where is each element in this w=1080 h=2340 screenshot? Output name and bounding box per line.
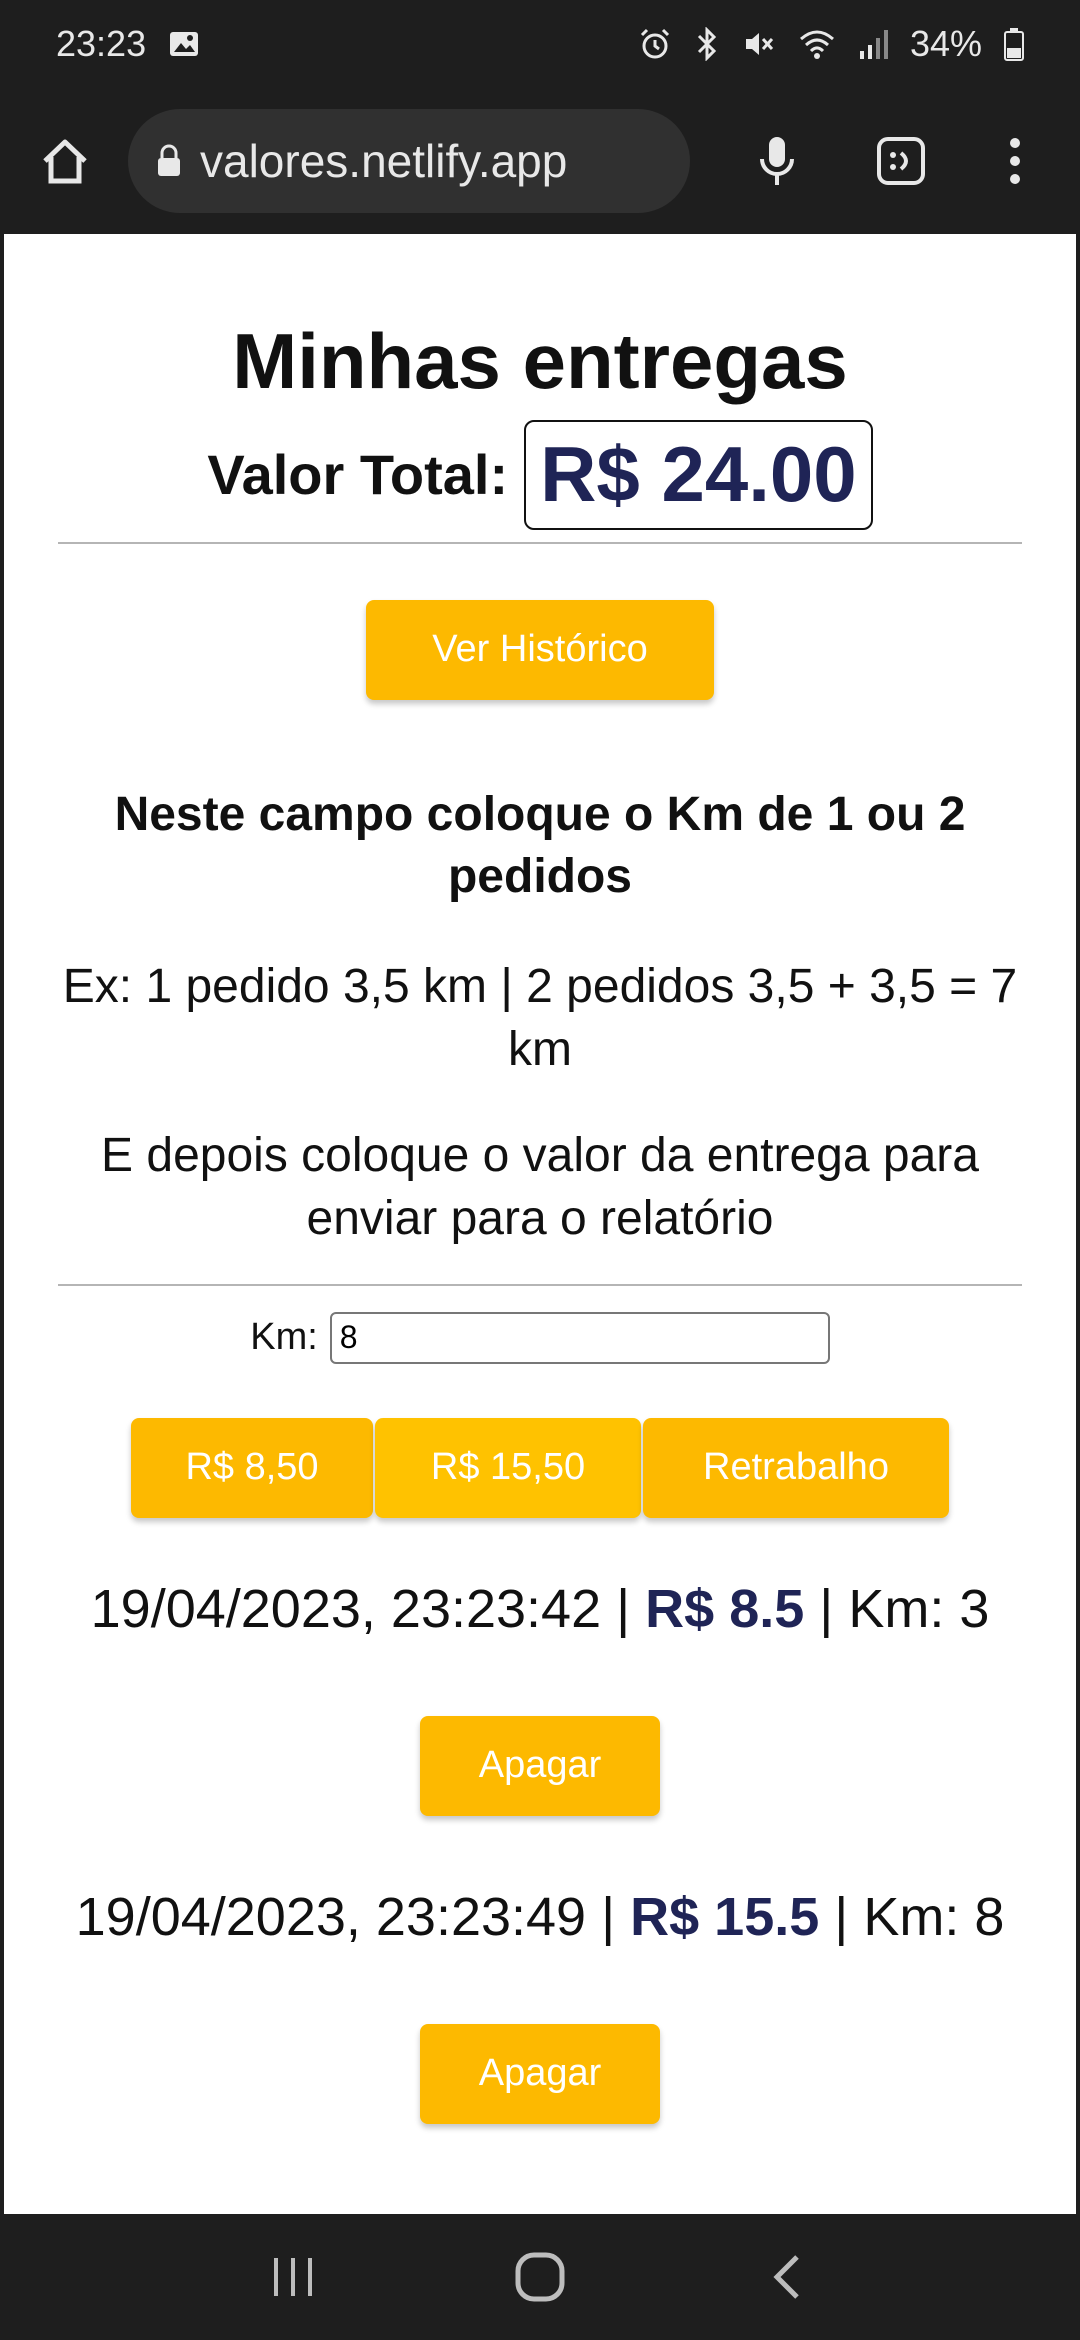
image-icon xyxy=(168,28,200,60)
instruction-heading: Neste campo coloque o Km de 1 ou 2 pedid… xyxy=(114,787,966,903)
alarm-icon xyxy=(638,27,672,61)
value-button-15-50[interactable]: R$ 15,50 xyxy=(375,1417,641,1518)
home-nav-icon[interactable] xyxy=(500,2237,580,2317)
wifi-icon xyxy=(798,27,836,61)
instruction-example: Ex: 1 pedido 3,5 km | 2 pedidos 3,5 + 3,… xyxy=(62,960,1018,1076)
delete-button[interactable]: Apagar xyxy=(420,2023,660,2124)
entry-separator: | xyxy=(601,1578,646,1639)
signal-icon xyxy=(858,27,888,61)
status-bar: 23:23 34% xyxy=(0,0,1080,88)
mic-icon[interactable] xyxy=(742,126,812,196)
bluetooth-icon xyxy=(694,27,720,61)
web-page: Minhas entregas Valor Total: R$ 24.00 Ve… xyxy=(4,234,1076,2214)
entry-item: 19/04/2023, 23:23:42 | R$ 8.5 | Km: 3 xyxy=(4,1578,1076,1640)
value-buttons: R$ 8,50 R$ 15,50 Retrabalho xyxy=(4,1417,1076,1518)
divider xyxy=(58,541,1022,544)
entry-separator: | xyxy=(819,1886,864,1947)
entry-separator: | xyxy=(586,1886,631,1947)
entry-km: Km: 8 xyxy=(863,1886,1005,1947)
status-time: 23:23 xyxy=(56,23,147,64)
entry-datetime: 19/04/2023, 23:23:49 xyxy=(75,1886,587,1947)
total-row: Valor Total: R$ 24.00 xyxy=(4,420,1076,530)
instruction-value: E depois coloque o valor da entrega para… xyxy=(101,1129,979,1245)
browser-toolbar: valores.netlify.app xyxy=(0,88,1080,234)
total-label: Valor Total: xyxy=(207,443,509,507)
home-icon[interactable] xyxy=(30,126,100,196)
recents-icon[interactable] xyxy=(253,2237,333,2317)
value-button-8-50[interactable]: R$ 8,50 xyxy=(131,1417,373,1518)
km-label: Km: xyxy=(250,1316,318,1359)
rework-button[interactable]: Retrabalho xyxy=(643,1417,949,1518)
page-title: Minhas entregas xyxy=(232,317,848,405)
entry-item: 19/04/2023, 23:23:49 | R$ 15.5 | Km: 8 xyxy=(4,1886,1076,1948)
tab-switcher-icon[interactable] xyxy=(866,126,936,196)
system-nav-bar xyxy=(0,2214,1080,2340)
total-value: R$ 24.00 xyxy=(524,420,873,530)
back-icon[interactable] xyxy=(747,2237,827,2317)
entry-value: R$ 15.5 xyxy=(630,1886,820,1947)
address-bar[interactable]: valores.netlify.app xyxy=(128,109,690,213)
entry-separator: | xyxy=(804,1578,849,1639)
km-input[interactable] xyxy=(329,1311,830,1364)
mute-icon xyxy=(742,27,776,61)
more-vert-icon[interactable] xyxy=(980,126,1050,196)
km-row: Km: xyxy=(4,1311,1076,1364)
divider xyxy=(58,1283,1022,1286)
battery-icon xyxy=(1004,27,1024,61)
entry-datetime: 19/04/2023, 23:23:42 xyxy=(90,1578,602,1639)
lock-icon xyxy=(156,144,182,178)
entry-km: Km: 3 xyxy=(848,1578,990,1639)
history-button[interactable]: Ver Histórico xyxy=(366,599,714,700)
battery-percent: 34% xyxy=(909,23,982,64)
entry-value: R$ 8.5 xyxy=(645,1578,805,1639)
delete-button[interactable]: Apagar xyxy=(420,1715,660,1816)
url-text: valores.netlify.app xyxy=(200,135,568,187)
